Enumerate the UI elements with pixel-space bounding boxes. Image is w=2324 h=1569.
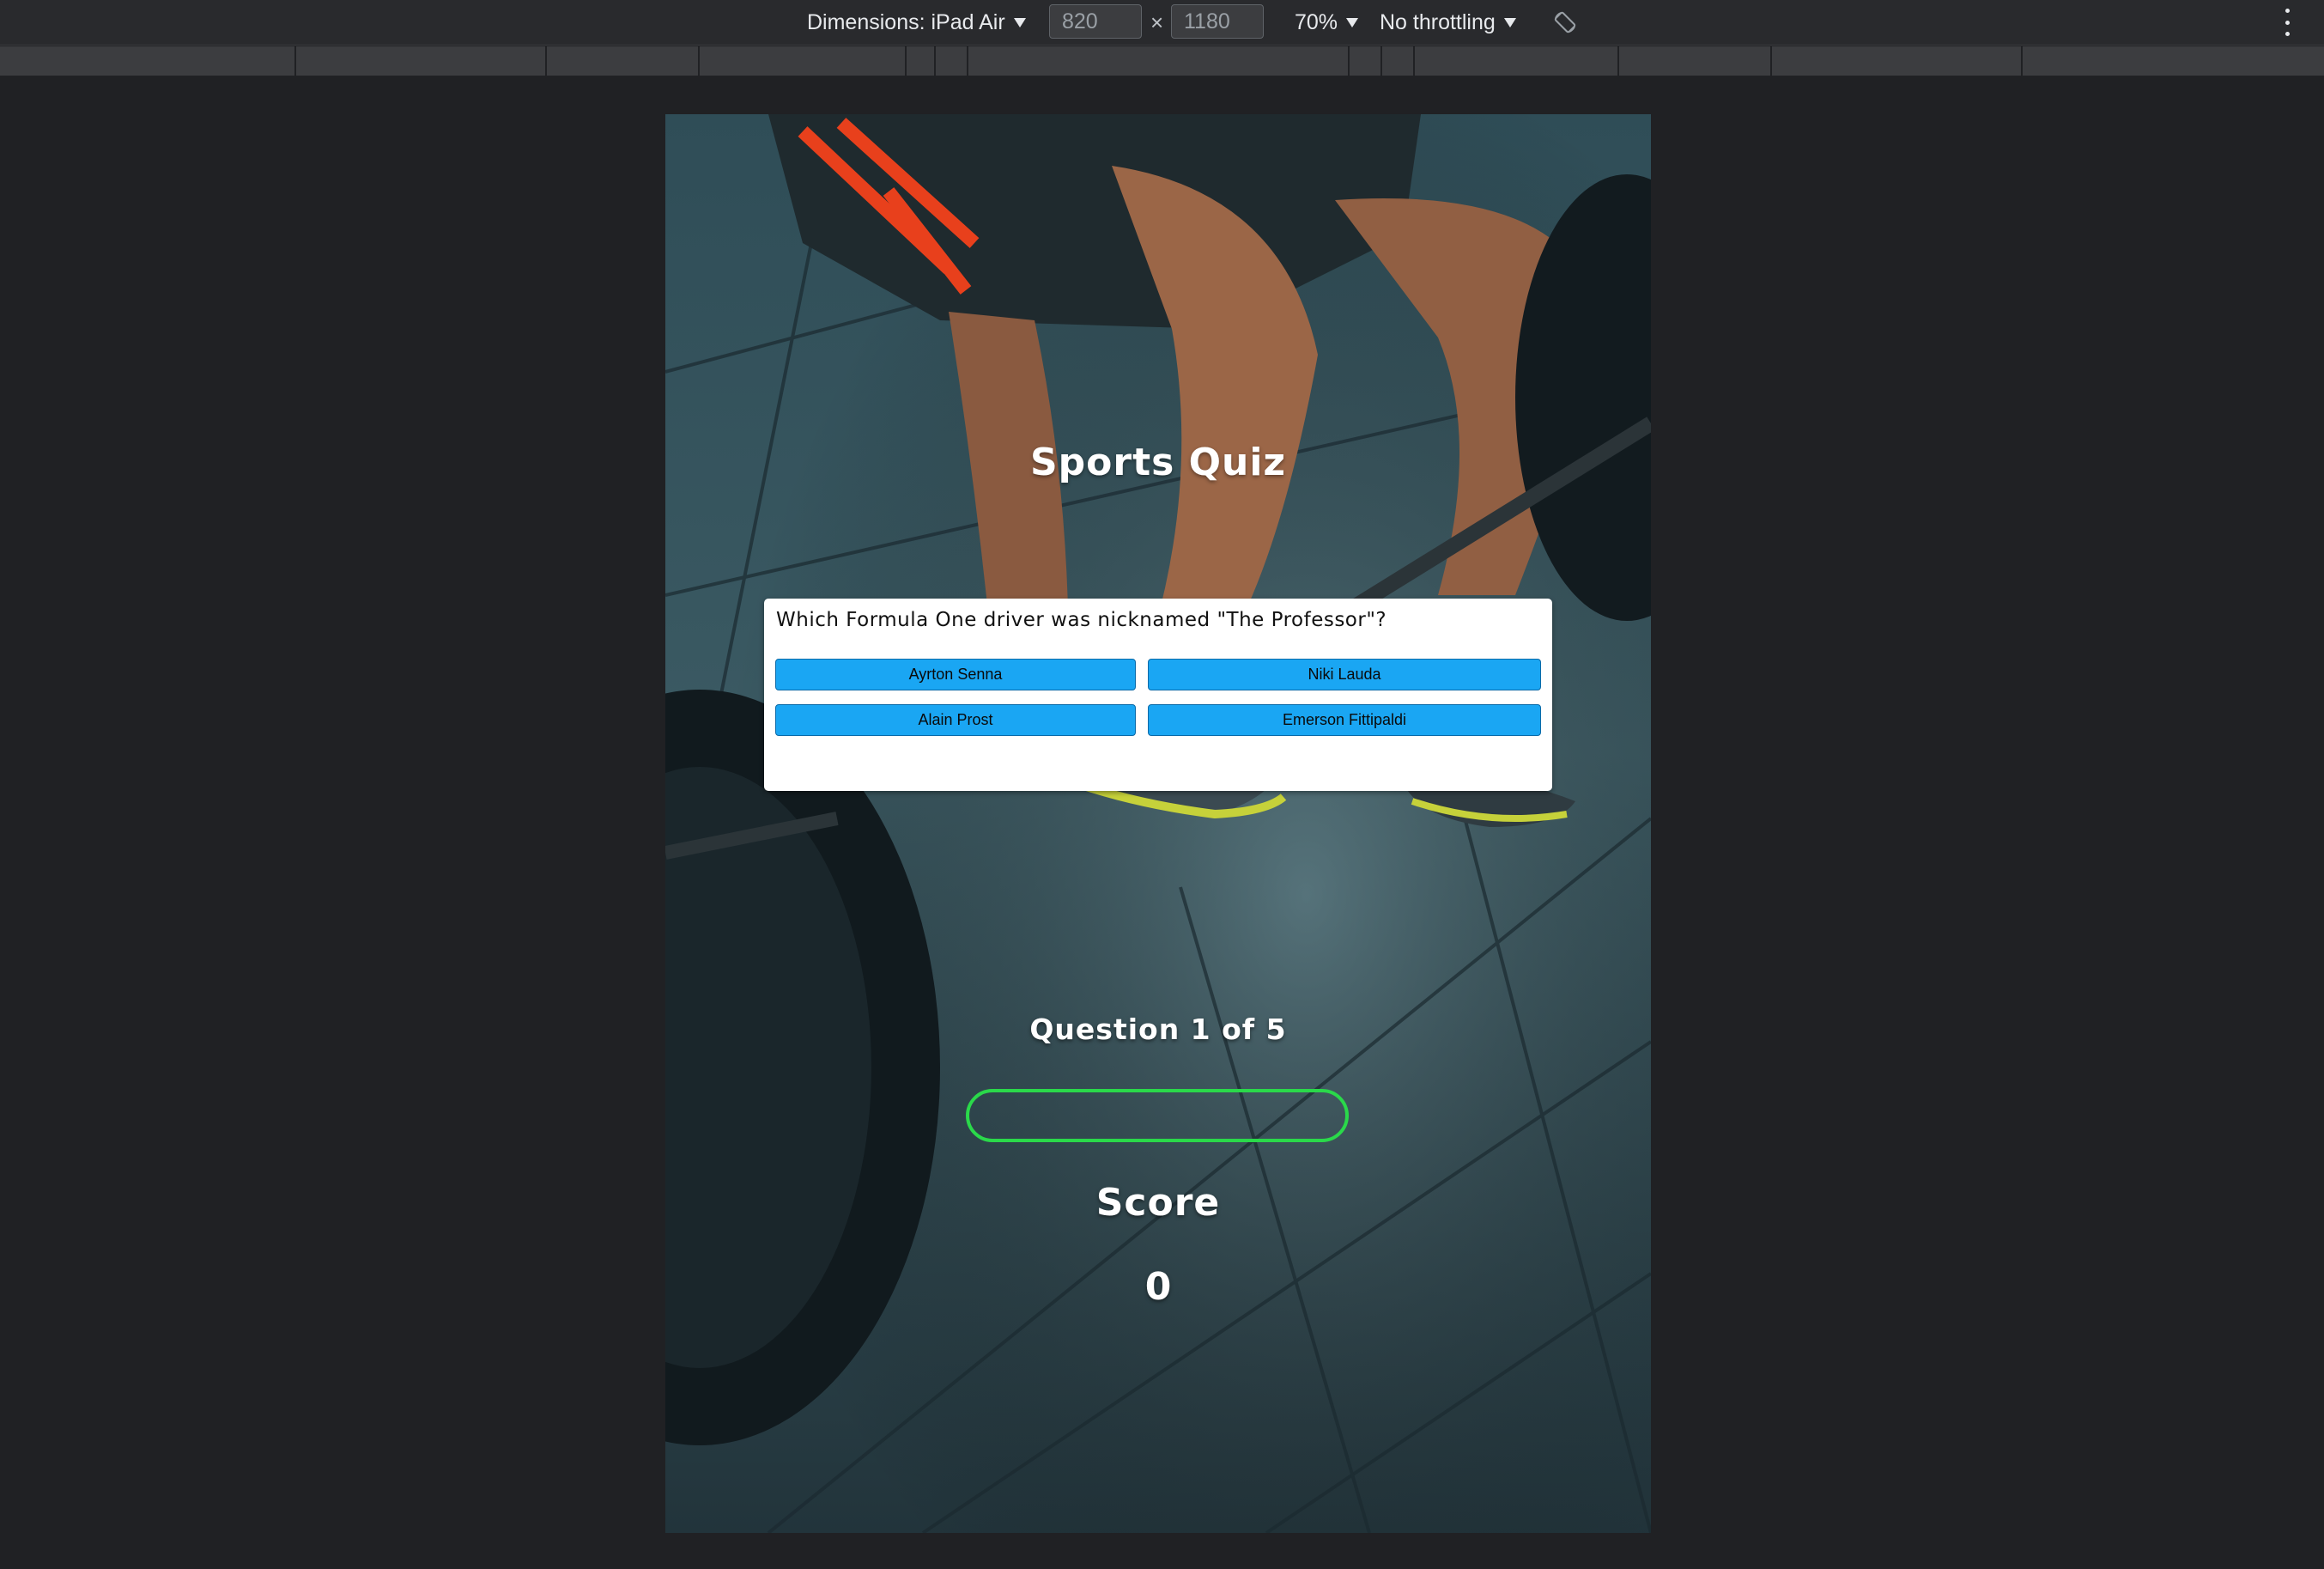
media-query-segment[interactable]	[967, 46, 1348, 76]
more-options-icon[interactable]	[2278, 9, 2296, 36]
media-query-segment[interactable]	[1348, 46, 1380, 76]
answer-button-4[interactable]: Emerson Fittipaldi	[1148, 704, 1541, 736]
viewport-width-input[interactable]	[1049, 4, 1142, 39]
media-query-segment[interactable]	[698, 46, 905, 76]
answer-button-2[interactable]: Niki Lauda	[1148, 659, 1541, 690]
device-toolbar: Dimensions: iPad Air × 70% No throttling	[0, 0, 2324, 46]
answer-button-1[interactable]: Ayrton Senna	[775, 659, 1136, 690]
media-query-segment[interactable]	[1770, 46, 2021, 76]
score-label: Score	[1095, 1181, 1221, 1225]
device-dimensions-dropdown[interactable]: Dimensions: iPad Air	[807, 0, 1026, 45]
gym-background-image	[665, 114, 1651, 1533]
throttling-label: No throttling	[1380, 9, 1496, 34]
rotate-icon[interactable]	[1552, 9, 1578, 35]
media-query-segment[interactable]	[294, 46, 545, 76]
media-query-segment[interactable]	[545, 46, 698, 76]
media-query-segment[interactable]	[905, 46, 934, 76]
media-query-segment[interactable]	[1380, 46, 1413, 76]
throttling-dropdown[interactable]: No throttling	[1380, 0, 1516, 45]
zoom-label: 70%	[1295, 9, 1338, 34]
media-query-segment[interactable]	[1413, 46, 1617, 76]
media-query-segment[interactable]	[1617, 46, 1770, 76]
media-query-segment[interactable]	[2021, 46, 2324, 76]
question-progress-text: Question 1 of 5	[1029, 1013, 1287, 1046]
chevron-down-icon	[1013, 17, 1026, 27]
question-text: Which Formula One driver was nicknamed "…	[776, 609, 1387, 631]
answer-button-3[interactable]: Alain Prost	[775, 704, 1136, 736]
page-title: Sports Quiz	[1029, 441, 1287, 484]
chevron-down-icon	[1503, 17, 1516, 27]
media-query-ruler	[0, 46, 2324, 76]
progress-bar	[966, 1089, 1349, 1142]
dimension-separator: ×	[1150, 9, 1164, 35]
question-card: Which Formula One driver was nicknamed "…	[764, 599, 1552, 791]
chevron-down-icon	[1346, 17, 1359, 27]
emulated-page: Sports Quiz Which Formula One driver was…	[665, 114, 1651, 1533]
media-query-segment[interactable]	[934, 46, 967, 76]
score-value: 0	[1144, 1265, 1172, 1309]
zoom-dropdown[interactable]: 70%	[1295, 0, 1359, 45]
device-dimensions-label: Dimensions: iPad Air	[807, 9, 1005, 34]
viewport-height-input[interactable]	[1171, 4, 1264, 39]
